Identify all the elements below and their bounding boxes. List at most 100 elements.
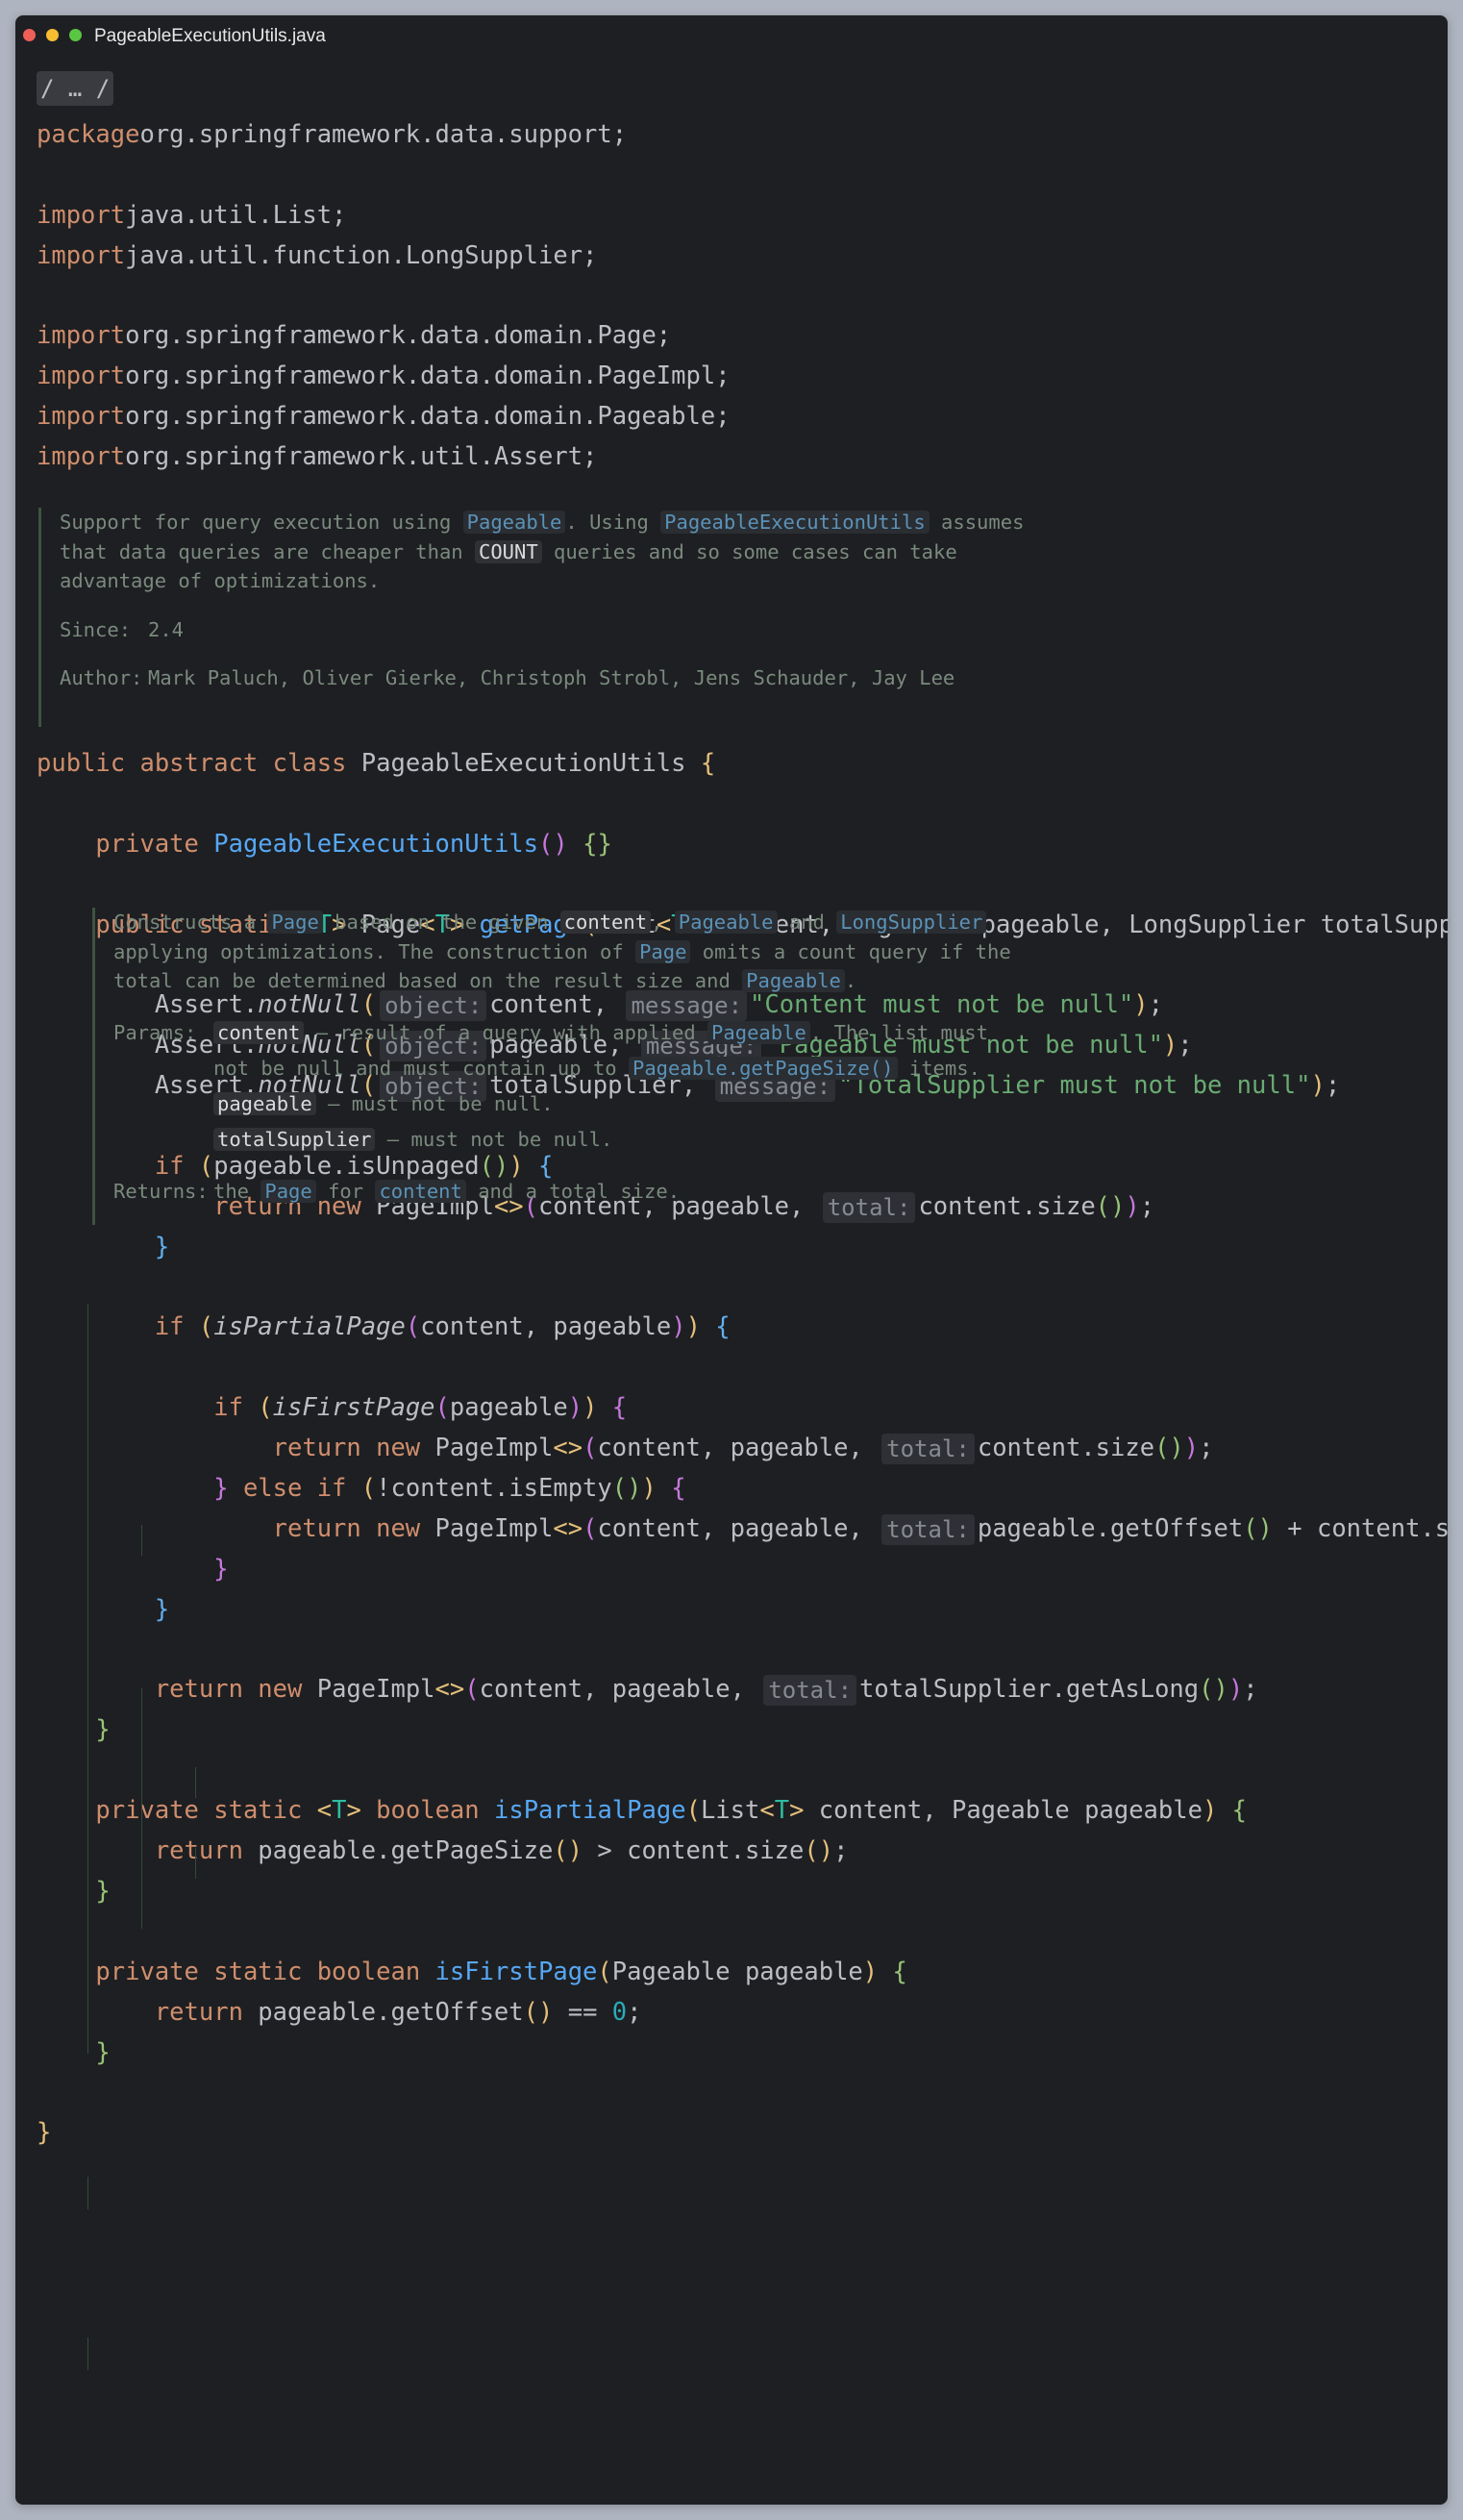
minimize-button[interactable]	[46, 29, 59, 41]
bracket: )	[1227, 1675, 1244, 1705]
code-text: PageImpl	[434, 1434, 554, 1463]
doc-line: pageable – must not be null.	[113, 1086, 1075, 1122]
keyword: private	[95, 829, 214, 859]
doc-text: Constructs a	[113, 911, 268, 934]
keyword: import	[37, 321, 126, 351]
doc-code-ref: content	[559, 911, 652, 934]
doc-code-ref: content	[213, 1020, 305, 1044]
bracket: (	[405, 1312, 421, 1342]
class-javadoc: Support for query execution using Pageab…	[38, 508, 1024, 727]
bracket: {	[700, 749, 716, 778]
doc-code-ref[interactable]: LongSupplier	[836, 911, 987, 934]
doc-code-ref[interactable]: Pageable.getPageSize()	[628, 1056, 898, 1080]
code-text: java.util.List;	[125, 200, 347, 230]
indent-guide	[87, 1304, 88, 2054]
doc-line: Support for query execution using Pageab…	[60, 508, 1024, 537]
bracket: >	[789, 1796, 819, 1826]
doc-code-ref[interactable]: Pageable	[462, 511, 566, 534]
indent-guide	[141, 1525, 142, 1556]
doc-code-ref: COUNT	[474, 539, 542, 563]
keyword: import	[37, 362, 126, 391]
bracket: <>	[434, 1675, 465, 1705]
bracket: >	[346, 1796, 377, 1826]
code-text: PageableExecutionUtils	[360, 749, 701, 778]
maximize-button[interactable]	[69, 29, 82, 41]
keyword: if	[154, 1312, 199, 1342]
code-text: + content.size	[1287, 1513, 1448, 1543]
doc-tag-label: Params:	[113, 1020, 197, 1044]
doc-line: Constructs a Page based on the given con…	[113, 908, 1075, 937]
code-line: if (isFirstPage(pageable)) {	[37, 1388, 1448, 1429]
doc-line: total can be determined based on the res…	[113, 966, 1075, 996]
bracket: ()	[1199, 1675, 1228, 1705]
doc-tag-label: Since:	[60, 617, 132, 641]
doc-text: for	[315, 1179, 376, 1203]
close-button[interactable]	[23, 29, 36, 41]
bracket: ()	[611, 1474, 642, 1504]
doc-line: not be null and must contain up to Pagea…	[113, 1051, 1075, 1086]
bracket: (	[434, 1393, 450, 1423]
code-line: }	[37, 1872, 1448, 1912]
doc-text: and a total size.	[465, 1179, 681, 1203]
code-line: package org.springframework.data.support;	[37, 115, 731, 156]
author-value: Mark Paluch, Oliver Gierke, Christoph St…	[148, 666, 955, 689]
doc-text: items.	[897, 1056, 980, 1080]
bracket: )	[671, 1312, 686, 1342]
import-block: package org.springframework.data.support;…	[37, 115, 731, 478]
doc-code-ref[interactable]: Page	[260, 1179, 316, 1203]
bracket: )	[1133, 990, 1149, 1020]
type-param: T	[774, 1796, 790, 1826]
doc-text: applying optimizations. The construction…	[113, 939, 636, 963]
code-line: }	[37, 1228, 1448, 1268]
title-bar: PageableExecutionUtils.java	[15, 15, 1448, 54]
code-text: pageable.getOffset	[258, 1997, 524, 2027]
keyword: private static	[95, 1796, 317, 1826]
doc-code-ref[interactable]: PageableExecutionUtils	[660, 511, 930, 534]
bracket: ()	[1095, 1191, 1126, 1221]
doc-code-ref[interactable]: Page	[635, 939, 691, 963]
code-line: return pageable.getOffset() == 0;	[37, 1993, 1448, 2033]
doc-code-ref[interactable]: Pageable	[742, 969, 845, 992]
doc-text: . Using	[565, 511, 661, 534]
bracket: }	[37, 2118, 52, 2148]
doc-code-ref[interactable]: Pageable	[674, 911, 778, 934]
bracket: }	[213, 1554, 229, 1584]
bracket: (	[597, 1957, 612, 1986]
param-hint: total:	[881, 1434, 975, 1465]
doc-text: queries and so some cases can take	[541, 539, 957, 563]
doc-text: based on the given	[322, 911, 560, 934]
indent-guide	[87, 2337, 88, 2370]
keyword: import	[37, 402, 126, 432]
doc-text: and	[777, 911, 837, 934]
indent-guide	[87, 2177, 88, 2209]
function-name: PageableExecutionUtils	[213, 829, 539, 859]
code-text: ;	[833, 1836, 849, 1866]
keyword: import	[37, 240, 126, 270]
doc-code-ref[interactable]: content	[375, 1179, 466, 1203]
code-text: ==	[553, 1997, 612, 2027]
bracket: ()	[1154, 1434, 1184, 1463]
bracket: (	[583, 1513, 598, 1543]
bracket: <	[759, 1796, 775, 1826]
folded-region[interactable]: / … /	[37, 71, 114, 106]
code-text: pageable	[449, 1393, 568, 1423]
doc-code-ref: pageable	[213, 1091, 316, 1115]
bracket: )	[1202, 1796, 1218, 1826]
code-line: private static boolean isFirstPage(Pagea…	[37, 1953, 1448, 1993]
indent-guide	[195, 1767, 196, 1798]
doc-code-ref[interactable]: Pageable	[707, 1020, 810, 1044]
doc-code-ref[interactable]: Page	[267, 911, 323, 934]
bracket: }	[154, 1594, 170, 1624]
code-line: return new PageImpl <>(content, pageable,…	[37, 1429, 1448, 1469]
since-value: 2.4	[148, 617, 185, 641]
